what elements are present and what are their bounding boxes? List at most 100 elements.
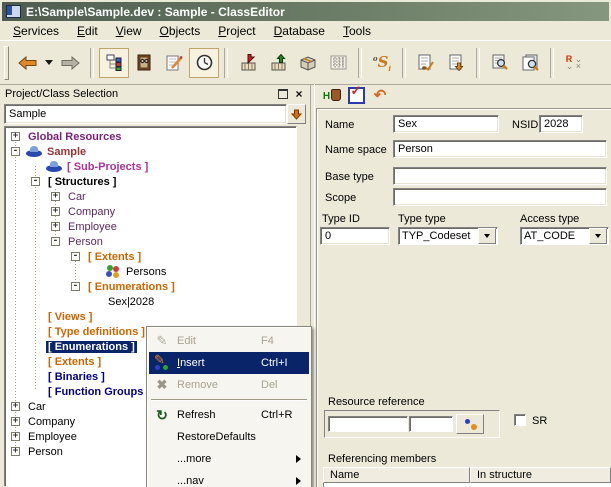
project-selector-input[interactable]: [4, 104, 287, 124]
collapse-icon[interactable]: -: [11, 147, 20, 156]
forward-icon[interactable]: [55, 48, 85, 78]
import-data-icon[interactable]: [233, 48, 263, 78]
tree-item-employee[interactable]: + Employee: [5, 219, 296, 234]
session-clock-icon[interactable]: [189, 48, 219, 78]
resource-reference-field-1[interactable]: [328, 416, 408, 432]
matrix-icon[interactable]: [323, 48, 353, 78]
project-selector-dropdown-button[interactable]: [287, 104, 306, 124]
expand-icon[interactable]: +: [11, 447, 20, 456]
menu-objects[interactable]: Objects: [151, 22, 210, 40]
expand-icon[interactable]: +: [51, 222, 60, 231]
expand-icon[interactable]: +: [11, 132, 20, 141]
class-tree-view-icon[interactable]: [99, 48, 129, 78]
namespace-input[interactable]: [393, 140, 607, 158]
tree-item-car[interactable]: + Car: [5, 189, 296, 204]
remove-icon: ✖: [151, 377, 173, 393]
menu-view[interactable]: View: [107, 22, 151, 40]
menu-edit[interactable]: Edit: [68, 22, 107, 40]
editor-toolbar: H ↶: [315, 83, 611, 108]
expand-icon[interactable]: +: [51, 207, 60, 216]
dropdown-arrow-icon[interactable]: [478, 228, 496, 244]
collapse-icon[interactable]: -: [71, 282, 80, 291]
classeditor-window: E:\Sample\Sample.dev : Sample - ClassEdi…: [0, 0, 611, 487]
expand-icon[interactable]: +: [11, 402, 20, 411]
close-icon: ×: [295, 89, 302, 99]
menu-project[interactable]: Project: [209, 22, 264, 40]
float-panel-button[interactable]: [276, 88, 290, 101]
menu-bar: Services Edit View Objects Project Datab…: [0, 21, 611, 40]
find-document-icon[interactable]: [485, 48, 515, 78]
tree-item-structures[interactable]: - [ Structures ]: [5, 174, 296, 189]
name-label: Name: [325, 119, 354, 131]
export-document-icon[interactable]: [441, 48, 471, 78]
edit-document-icon[interactable]: [159, 48, 189, 78]
scope-input[interactable]: [393, 188, 607, 206]
hold-icon[interactable]: H: [320, 85, 344, 107]
relations-icon[interactable]: R ⌄⌄ ×: [559, 48, 589, 78]
tree-item-views[interactable]: [ Views ]: [5, 309, 296, 324]
column-header-in-structure[interactable]: In structure: [470, 467, 611, 483]
tree-item-person[interactable]: - Person: [5, 234, 296, 249]
resource-reference-picker-button[interactable]: [456, 414, 484, 434]
resource-reference-field-2[interactable]: [409, 416, 453, 432]
title-bar[interactable]: E:\Sample\Sample.dev : Sample - ClassEdi…: [2, 2, 609, 21]
context-menu-nav[interactable]: ...nav: [149, 470, 309, 487]
access-type-select[interactable]: AT_CODE: [520, 227, 609, 245]
expand-icon[interactable]: +: [11, 432, 20, 441]
nsid-input[interactable]: [539, 115, 583, 133]
link-dots-icon: [464, 418, 477, 431]
dropdown-arrow-icon[interactable]: [589, 228, 607, 244]
toolbar-grip[interactable]: [4, 46, 9, 80]
undo-icon[interactable]: ↶: [368, 85, 392, 107]
tree-item-sex-2028[interactable]: Sex|2028: [5, 294, 296, 309]
context-menu-insert[interactable]: ✎ Insert Ctrl+I: [149, 352, 309, 374]
check-document-icon[interactable]: [411, 48, 441, 78]
script-info-icon[interactable]: oSi: [367, 48, 397, 78]
tree-item-extents[interactable]: - [ Extents ]: [5, 249, 296, 264]
name-input[interactable]: [393, 115, 499, 133]
context-menu-refresh[interactable]: ↻ Refresh Ctrl+R: [149, 404, 309, 426]
tree-item-sub-projects[interactable]: [ Sub-Projects ]: [5, 159, 296, 174]
menu-services[interactable]: Services: [4, 22, 68, 40]
collapse-icon[interactable]: -: [71, 252, 80, 261]
expand-icon[interactable]: +: [11, 417, 20, 426]
context-menu-restore-defaults[interactable]: RestoreDefaults: [149, 426, 309, 448]
persons-cluster-icon: [106, 265, 120, 278]
close-panel-button[interactable]: ×: [292, 88, 306, 101]
object-book-icon[interactable]: [129, 48, 159, 78]
toolbar-separator: [402, 48, 406, 78]
sr-checkbox[interactable]: [514, 414, 526, 426]
referencing-members-table-body[interactable]: [323, 483, 611, 487]
toolbar-separator: [224, 48, 228, 78]
menu-tools[interactable]: Tools: [334, 22, 380, 40]
left-panel-header: Project/Class Selection ×: [5, 86, 306, 102]
print-preview-icon[interactable]: [515, 48, 545, 78]
send-package-icon[interactable]: [293, 48, 323, 78]
tree-item-persons[interactable]: Persons: [5, 264, 296, 279]
base-type-input[interactable]: [393, 167, 607, 185]
toolbar-separator: [358, 48, 362, 78]
export-data-icon[interactable]: [263, 48, 293, 78]
namespace-label: Name space: [325, 144, 387, 156]
context-menu-more[interactable]: ...more: [149, 448, 309, 470]
tree-item-company[interactable]: + Company: [5, 204, 296, 219]
column-header-name[interactable]: Name: [323, 467, 470, 483]
tree-item-sample[interactable]: - Sample: [5, 144, 296, 159]
type-id-input[interactable]: [320, 227, 390, 245]
menu-database[interactable]: Database: [265, 22, 334, 40]
back-icon[interactable]: [12, 48, 42, 78]
tree-item-enumerations-person[interactable]: - [ Enumerations ]: [5, 279, 296, 294]
expand-icon[interactable]: +: [51, 192, 60, 201]
project-selector: [4, 104, 306, 124]
resource-reference-control: [324, 410, 500, 438]
apply-check-icon[interactable]: [344, 85, 368, 107]
collapse-icon[interactable]: -: [31, 177, 40, 186]
history-dropdown-icon[interactable]: [42, 48, 55, 78]
project-icon: [26, 146, 42, 157]
tree-context-menu: ✎ Edit F4 ✎ Insert Ctrl+I ✖ Remove Del ↻…: [146, 326, 312, 487]
submenu-arrow-icon: [296, 477, 305, 485]
collapse-icon[interactable]: -: [51, 237, 60, 246]
tree-item-global-resources[interactable]: + Global Resources: [5, 129, 296, 144]
context-menu-remove: ✖ Remove Del: [149, 374, 309, 396]
type-type-select[interactable]: TYP_Codeset: [398, 227, 498, 245]
